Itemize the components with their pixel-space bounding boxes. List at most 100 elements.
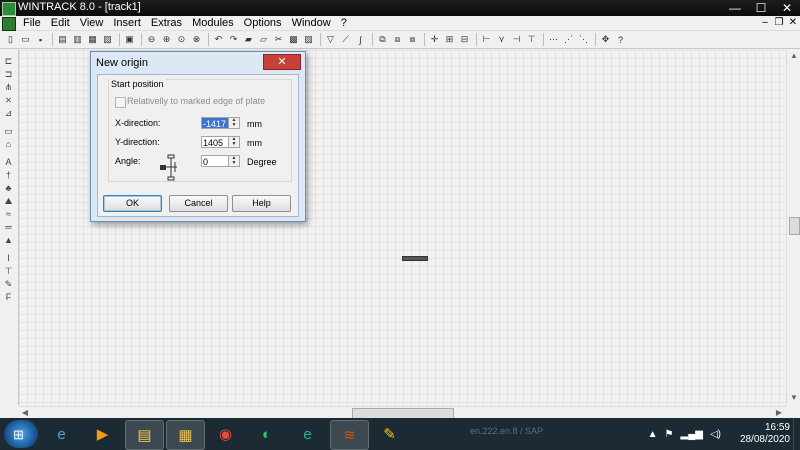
grid-icon[interactable]: ⋯: [547, 33, 560, 46]
scroll-down-icon[interactable]: ▼: [789, 393, 799, 403]
menu-modules[interactable]: Modules: [187, 16, 239, 30]
document-icon[interactable]: [2, 17, 16, 31]
text-tool-icon[interactable]: A: [3, 157, 14, 168]
building-tool-icon[interactable]: ⌂: [3, 139, 14, 150]
menu-file[interactable]: File: [18, 16, 46, 30]
zoom-fit-icon[interactable]: ⊗: [190, 33, 203, 46]
pen-tool-icon[interactable]: ✎: [3, 279, 14, 290]
ok-button[interactable]: OK: [103, 195, 162, 212]
delete-icon[interactable]: ▨: [302, 33, 315, 46]
bridge-icon[interactable]: ⊣: [510, 33, 523, 46]
y-direction-spinner[interactable]: 1405 ▲ ▼: [201, 136, 241, 148]
menu-insert[interactable]: Insert: [108, 16, 146, 30]
pillar-icon[interactable]: ⊤: [525, 33, 538, 46]
volume-icon[interactable]: ◁): [710, 429, 721, 440]
folder-icon[interactable]: ▦: [166, 420, 205, 450]
spin-down-icon[interactable]: ▼: [229, 142, 239, 147]
menu-help[interactable]: ?: [336, 16, 352, 30]
paint-icon[interactable]: ✎: [371, 420, 408, 448]
crossing-tool-icon[interactable]: ⨯: [3, 95, 14, 106]
wintrack-taskbar-icon[interactable]: ≋: [330, 420, 369, 450]
new-file-icon[interactable]: ▯: [4, 33, 17, 46]
water-tool-icon[interactable]: ≈: [3, 209, 14, 220]
x-direction-input[interactable]: -1417: [201, 117, 229, 129]
menu-window[interactable]: Window: [287, 16, 336, 30]
dimension-tool-icon[interactable]: I: [3, 253, 14, 264]
cancel-button[interactable]: Cancel: [169, 195, 228, 212]
mdi-minimize-button[interactable]: –: [758, 16, 772, 30]
angle-spinner[interactable]: 0 ▲ ▼: [201, 155, 241, 167]
page-setup-icon[interactable]: ▦: [86, 33, 99, 46]
track-piece[interactable]: [402, 256, 428, 261]
close-window-button[interactable]: ✕: [774, 0, 800, 16]
redo-icon[interactable]: ↷: [227, 33, 240, 46]
turnout-tool-icon[interactable]: ⋔: [3, 82, 14, 93]
mdi-restore-button[interactable]: ❐: [772, 16, 786, 30]
freehand-icon[interactable]: ∫: [354, 33, 367, 46]
vertical-scrollbar[interactable]: ▲ ▼: [786, 50, 800, 406]
relative-to-edge-checkbox[interactable]: [115, 97, 126, 108]
save-icon[interactable]: ▪: [34, 33, 47, 46]
height-icon[interactable]: ⊢: [480, 33, 493, 46]
menu-options[interactable]: Options: [239, 16, 287, 30]
mdi-close-button[interactable]: ✕: [786, 16, 800, 30]
track-tool-icon[interactable]: ⊏: [3, 56, 14, 67]
signal-tool-icon[interactable]: †: [3, 170, 14, 181]
spin-down-icon[interactable]: ▼: [229, 123, 239, 128]
flex-track-icon[interactable]: ⊐: [3, 69, 14, 80]
slope-tool-icon[interactable]: ⊿: [3, 108, 14, 119]
minimize-button[interactable]: —: [722, 0, 748, 16]
select-mode-icon[interactable]: ⟋: [339, 33, 352, 46]
show-hidden-icons-icon[interactable]: ▲: [648, 429, 658, 440]
wintrack-app-icon[interactable]: [2, 2, 16, 16]
bracket-tool-icon[interactable]: ⊤: [3, 266, 14, 277]
print-icon[interactable]: ▥: [71, 33, 84, 46]
open-folder-icon[interactable]: ▭: [19, 33, 32, 46]
print-preview-icon[interactable]: ▤: [56, 33, 69, 46]
y-spin-arrows[interactable]: ▲ ▼: [229, 136, 240, 148]
zoom-out-icon[interactable]: ⊖: [145, 33, 158, 46]
menu-view[interactable]: View: [75, 16, 109, 30]
scroll-up-icon[interactable]: ▲: [789, 51, 799, 61]
tree-tool-icon[interactable]: ♣: [3, 183, 14, 194]
maximize-button[interactable]: ☐: [748, 0, 774, 16]
origin-icon[interactable]: ✛: [428, 33, 441, 46]
chrome-icon[interactable]: ◉: [207, 420, 244, 448]
file-explorer-icon[interactable]: ▤: [125, 420, 164, 450]
eset-icon[interactable]: e: [289, 420, 326, 448]
landscape-tool-icon[interactable]: ⛰: [3, 196, 14, 207]
copy-selection-icon[interactable]: ⧉: [376, 33, 389, 46]
zoom-in-icon[interactable]: ⊕: [160, 33, 173, 46]
edge-icon[interactable]: ◐: [248, 420, 285, 448]
function-tool-icon[interactable]: F: [3, 292, 14, 303]
angle-input[interactable]: 0: [201, 155, 229, 167]
cut-icon[interactable]: ▰: [242, 33, 255, 46]
copy-icon[interactable]: ▱: [257, 33, 270, 46]
start-button[interactable]: ⊞: [4, 420, 38, 448]
group-icon[interactable]: ⧇: [406, 33, 419, 46]
measure-icon[interactable]: ⊞: [443, 33, 456, 46]
undo-icon[interactable]: ↶: [212, 33, 225, 46]
x-spin-arrows[interactable]: ▲ ▼: [229, 117, 240, 129]
move-selection-icon[interactable]: ⧈: [391, 33, 404, 46]
connect-icon[interactable]: ⊟: [458, 33, 471, 46]
action-center-icon[interactable]: ⚑: [665, 429, 674, 440]
dialog-close-button[interactable]: ✕: [263, 54, 301, 70]
angle-spin-arrows[interactable]: ▲ ▼: [229, 155, 240, 167]
menu-edit[interactable]: Edit: [46, 16, 75, 30]
align-icon[interactable]: ⋱: [577, 33, 590, 46]
internet-explorer-icon[interactable]: e: [43, 420, 80, 448]
terrain-tool-icon[interactable]: ▲: [3, 235, 14, 246]
filter-icon[interactable]: ▽: [324, 33, 337, 46]
spin-down-icon[interactable]: ▼: [229, 161, 239, 166]
menu-extras[interactable]: Extras: [146, 16, 187, 30]
y-direction-input[interactable]: 1405: [201, 136, 229, 148]
3d-view-icon[interactable]: ▣: [123, 33, 136, 46]
help-button[interactable]: Help: [232, 195, 291, 212]
snap-icon[interactable]: ⋰: [562, 33, 575, 46]
media-player-icon[interactable]: ▶: [84, 420, 121, 448]
zoom-window-icon[interactable]: ⊙: [175, 33, 188, 46]
x-direction-spinner[interactable]: -1417 ▲ ▼: [201, 117, 241, 129]
context-help-icon[interactable]: ?: [614, 33, 627, 46]
parts-list-icon[interactable]: ▧: [101, 33, 114, 46]
